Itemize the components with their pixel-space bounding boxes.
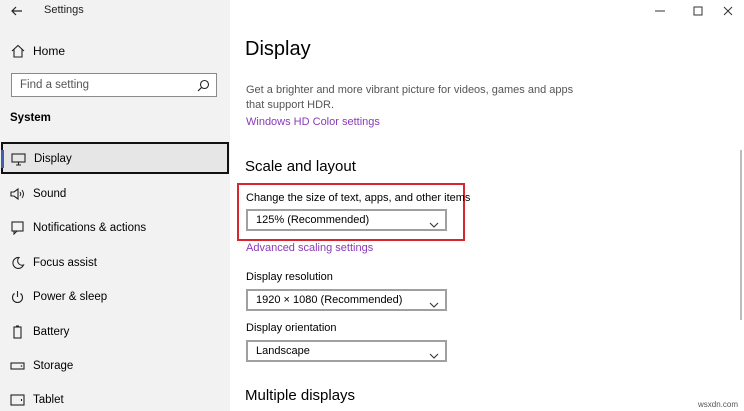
sidebar-item-label: Tablet: [33, 394, 64, 406]
resolution-label: Display resolution: [246, 271, 333, 283]
scale-label: Change the size of text, apps, and other…: [246, 192, 471, 204]
scale-dropdown[interactable]: 125% (Recommended): [246, 209, 447, 231]
hd-color-settings-link[interactable]: Windows HD Color settings: [246, 116, 380, 128]
sidebar-item-notifications[interactable]: Notifications & actions: [0, 211, 230, 245]
home-icon: [10, 43, 26, 64]
sidebar-item-label: Power & sleep: [33, 291, 108, 303]
orientation-label: Display orientation: [246, 322, 337, 334]
orientation-dropdown[interactable]: Landscape: [246, 340, 447, 362]
sidebar-item-battery[interactable]: Battery: [0, 315, 230, 349]
sidebar-item-storage[interactable]: Storage: [0, 349, 230, 383]
search-input[interactable]: Find a setting: [11, 73, 217, 97]
search-icon[interactable]: [197, 79, 210, 97]
chevron-down-icon: [429, 296, 439, 314]
page-title: Display: [245, 38, 311, 60]
orientation-value: Landscape: [256, 345, 310, 357]
title-bar: Settings: [0, 0, 230, 22]
tablet-icon: [10, 393, 25, 411]
resolution-dropdown[interactable]: 1920 × 1080 (Recommended): [246, 289, 447, 311]
hdr-description: Get a brighter and more vibrant picture …: [246, 84, 574, 111]
sidebar-item-sound[interactable]: Sound: [0, 177, 230, 211]
sidebar-item-label: Sound: [33, 188, 67, 200]
scale-value: 125% (Recommended): [256, 214, 370, 226]
speaker-icon: [10, 187, 25, 206]
storage-icon: [10, 359, 25, 378]
multiple-displays-heading: Multiple displays: [245, 387, 356, 404]
close-icon[interactable]: [720, 3, 736, 19]
minimize-icon[interactable]: [652, 3, 668, 19]
sidebar-item-label: Notifications & actions: [33, 222, 147, 234]
scale-layout-heading: Scale and layout: [245, 158, 356, 175]
content-pane: Display Get a brighter and more vibrant …: [230, 0, 744, 411]
sidebar-item-label: Battery: [33, 326, 70, 338]
resolution-value: 1920 × 1080 (Recommended): [256, 294, 403, 306]
moon-icon: [10, 256, 25, 275]
sidebar-item-label: Storage: [33, 360, 74, 372]
chevron-down-icon: [429, 347, 439, 365]
sidebar-item-display[interactable]: Display: [1, 142, 229, 174]
sidebar: Settings Home Find a setting System Disp…: [0, 0, 230, 411]
battery-icon: [10, 325, 25, 344]
scrollbar[interactable]: [740, 150, 742, 320]
selection-indicator: [1, 150, 4, 168]
app-title: Settings: [44, 4, 84, 16]
chevron-down-icon: [429, 216, 439, 234]
monitor-icon: [11, 152, 26, 171]
home-label: Home: [33, 44, 66, 58]
search-placeholder: Find a setting: [20, 79, 90, 91]
power-icon: [10, 290, 25, 309]
advanced-scaling-link[interactable]: Advanced scaling settings: [246, 242, 373, 254]
sidebar-item-tablet[interactable]: Tablet: [0, 383, 230, 411]
sidebar-item-power-sleep[interactable]: Power & sleep: [0, 280, 230, 314]
section-title: System: [10, 112, 51, 124]
home-nav-item[interactable]: Home: [0, 39, 230, 63]
watermark: wsxdn.com: [697, 400, 738, 409]
notification-icon: [10, 221, 25, 240]
back-arrow-icon[interactable]: [8, 2, 26, 20]
sidebar-item-label: Focus assist: [33, 257, 97, 269]
sidebar-item-label: Display: [34, 153, 72, 165]
window-controls: [634, 0, 744, 22]
sidebar-item-focus-assist[interactable]: Focus assist: [0, 246, 230, 280]
maximize-icon[interactable]: [690, 3, 706, 19]
